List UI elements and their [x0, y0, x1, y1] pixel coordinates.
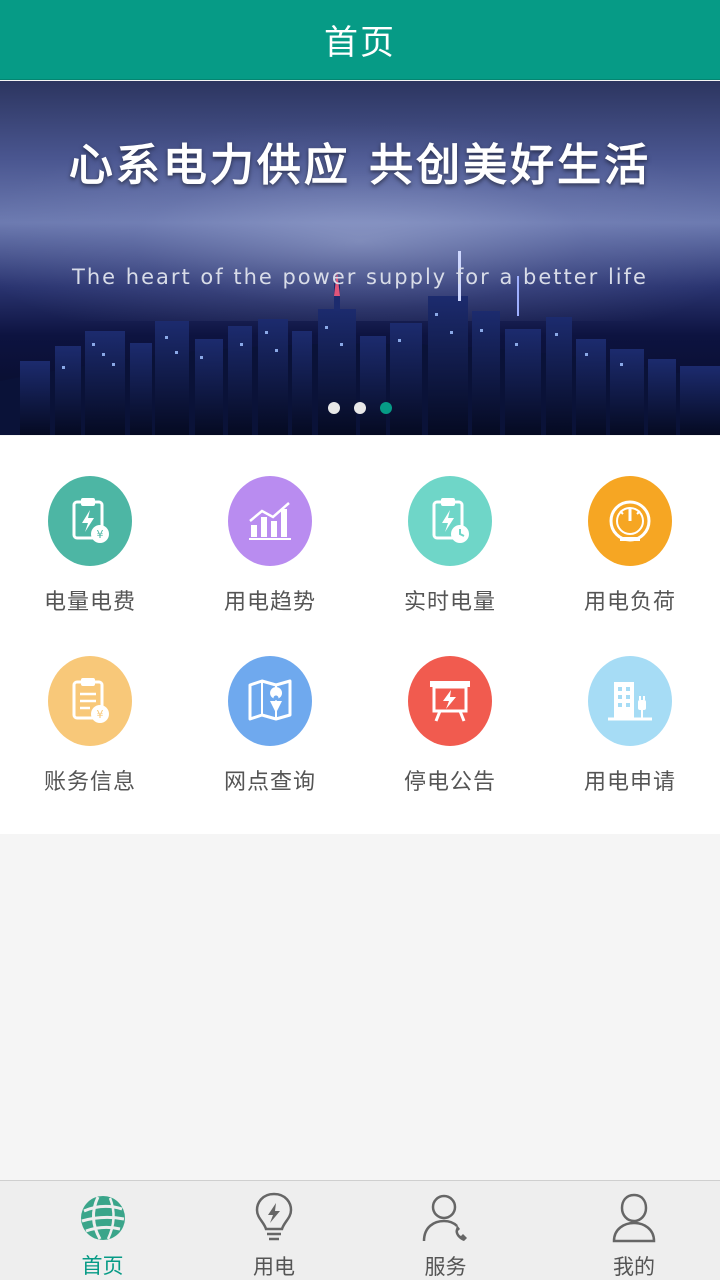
- gauge-icon: [588, 476, 672, 566]
- menu-item-label: 账务信息: [43, 770, 136, 795]
- person-icon: [610, 1191, 658, 1245]
- carousel-dot[interactable]: [354, 402, 366, 414]
- banner-carousel[interactable]: 心系电力供应 共创美好生活 The heart of the power sup…: [0, 81, 720, 435]
- tab-label: 首页: [81, 1254, 124, 1278]
- banner-headline: 心系电力供应 共创美好生活: [68, 140, 652, 191]
- bottom-tab-bar: 首页 用电 服务 我的: [0, 1180, 720, 1280]
- tab-mine[interactable]: 我的: [548, 1181, 720, 1280]
- notice-board-bolt-icon: [408, 656, 492, 746]
- menu-item-bill[interactable]: ¥ 电量电费: [0, 436, 180, 616]
- menu-item-outage[interactable]: 停电公告: [360, 616, 540, 796]
- function-grid: ¥ 电量电费 用电趋势 实时电量 用电负荷 ¥ 账务信息 网点查询 停电公告 用…: [0, 436, 720, 834]
- menu-item-label: 电量电费: [43, 590, 136, 615]
- tab-home[interactable]: 首页: [0, 1181, 205, 1280]
- tab-label: 我的: [613, 1255, 655, 1279]
- menu-item-outlets[interactable]: 网点查询: [180, 616, 360, 796]
- menu-item-label: 用电申请: [583, 770, 676, 795]
- menu-item-label: 用电负荷: [583, 590, 676, 615]
- tab-service[interactable]: 服务: [343, 1181, 548, 1280]
- clipboard-yen-icon: ¥: [48, 656, 132, 746]
- menu-item-trend[interactable]: 用电趋势: [180, 436, 360, 616]
- lightbulb-bolt-icon: [254, 1191, 294, 1245]
- clipboard-bolt-clock-icon: [408, 476, 492, 566]
- building-plug-icon: [588, 656, 672, 746]
- person-phone-icon: [420, 1191, 472, 1245]
- tab-label: 用电: [253, 1255, 295, 1279]
- tab-label: 服务: [424, 1255, 467, 1279]
- menu-item-label: 停电公告: [403, 770, 496, 795]
- menu-item-label: 实时电量: [403, 590, 496, 615]
- clipboard-bolt-yen-icon: ¥: [48, 476, 132, 566]
- menu-item-apply[interactable]: 用电申请: [540, 616, 720, 796]
- carousel-dot-active[interactable]: [380, 402, 392, 414]
- svg-text:¥: ¥: [97, 528, 104, 541]
- bar-chart-trend-icon: [228, 476, 312, 566]
- carousel-dot[interactable]: [328, 402, 340, 414]
- menu-item-load[interactable]: 用电负荷: [540, 436, 720, 616]
- carousel-indicator: [0, 402, 720, 422]
- menu-item-account[interactable]: ¥ 账务信息: [0, 616, 180, 796]
- map-pin-icon: [228, 656, 312, 746]
- page-title: 首页: [324, 23, 396, 63]
- tab-electricity[interactable]: 用电: [205, 1181, 343, 1280]
- menu-item-label: 用电趋势: [223, 590, 316, 615]
- svg-text:¥: ¥: [97, 708, 104, 721]
- menu-item-label: 网点查询: [223, 770, 316, 795]
- globe-icon: [78, 1191, 128, 1244]
- top-bar: 首页: [0, 0, 720, 80]
- banner-subline: The heart of the power supply for a bett…: [72, 265, 648, 289]
- menu-item-realtime[interactable]: 实时电量: [360, 436, 540, 616]
